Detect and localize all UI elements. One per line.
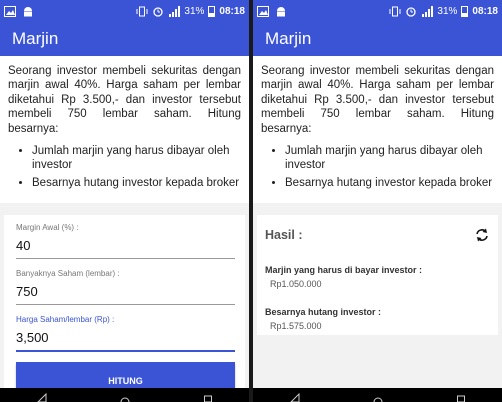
home-icon[interactable] <box>119 393 131 402</box>
battery-icon <box>461 5 469 17</box>
margin-result-label: Marjin yang harus di bayar investor : <box>265 265 423 275</box>
recents-icon[interactable] <box>455 393 467 402</box>
recents-icon[interactable] <box>202 393 214 402</box>
app-title: Marjin <box>265 29 312 48</box>
list-item: Besarnya hutang investor kepada broker <box>285 176 494 190</box>
clock: 08:18 <box>472 5 498 17</box>
back-icon[interactable] <box>289 393 301 402</box>
margin-label: Margin Awal (%) : <box>16 223 79 232</box>
app-title: Marjin <box>12 29 59 48</box>
question-list: Jumlah marjin yang harus dibayar oleh in… <box>32 144 241 190</box>
result-title: Hasil : <box>265 228 303 242</box>
debt-result-label: Besarnya hutang investor : <box>265 307 382 317</box>
result-card: Hasil : Marjin yang harus di bayar inves… <box>257 215 498 335</box>
price-field-group: Harga Saham/lembar (Rp) : <box>16 315 235 352</box>
question-list: Jumlah marjin yang harus dibayar oleh in… <box>285 144 494 190</box>
shares-label: Banyaknya Saham (lembar) : <box>16 269 120 278</box>
battery-percent: 31% <box>184 5 205 17</box>
vibrate-icon <box>389 6 401 16</box>
list-item: Jumlah marjin yang harus dibayar oleh in… <box>32 144 241 173</box>
debt-result-value: Rp1.575.000 <box>270 321 322 331</box>
app-bar: Marjin <box>0 22 249 56</box>
list-item: Jumlah marjin yang harus dibayar oleh in… <box>285 144 494 173</box>
signal-icon <box>169 5 181 17</box>
price-label: Harga Saham/lembar (Rp) : <box>16 315 115 324</box>
list-item: Besarnya hutang investor kepada broker <box>32 176 241 190</box>
result-screen: 31% 08:18 Marjin Seorang investor membel… <box>253 0 502 402</box>
status-bar: 31% 08:18 <box>0 0 249 22</box>
margin-input[interactable] <box>16 236 235 259</box>
margin-result-value: Rp1.050.000 <box>270 279 322 289</box>
signal-icon <box>422 5 434 17</box>
battery-icon <box>208 5 216 17</box>
clock: 08:18 <box>219 5 245 17</box>
shares-field-group: Banyaknya Saham (lembar) : <box>16 269 235 305</box>
margin-field-group: Margin Awal (%) : <box>16 223 235 259</box>
input-form: Margin Awal (%) : Banyaknya Saham (lemba… <box>4 215 245 402</box>
android-icon <box>24 6 32 16</box>
question-card: Seorang investor membeli sekuritas denga… <box>253 56 502 203</box>
image-icon <box>257 5 269 17</box>
nav-bar <box>253 388 502 402</box>
app-bar: Marjin <box>253 22 502 56</box>
price-input[interactable] <box>16 328 235 352</box>
question-card: Seorang investor membeli sekuritas denga… <box>0 56 249 203</box>
question-text: Seorang investor membeli sekuritas denga… <box>261 65 494 135</box>
refresh-icon[interactable] <box>474 227 490 243</box>
back-icon[interactable] <box>36 393 48 402</box>
input-screen: 31% 08:18 Marjin Seorang investor membel… <box>0 0 249 402</box>
question-text: Seorang investor membeli sekuritas denga… <box>8 65 241 135</box>
alarm-icon <box>406 6 417 17</box>
vibrate-icon <box>136 6 148 16</box>
shares-input[interactable] <box>16 282 235 305</box>
nav-bar <box>0 388 249 402</box>
status-bar: 31% 08:18 <box>253 0 502 22</box>
alarm-icon <box>153 6 164 17</box>
home-icon[interactable] <box>372 393 384 402</box>
android-icon <box>277 6 285 16</box>
image-icon <box>4 5 16 17</box>
battery-percent: 31% <box>437 5 458 17</box>
